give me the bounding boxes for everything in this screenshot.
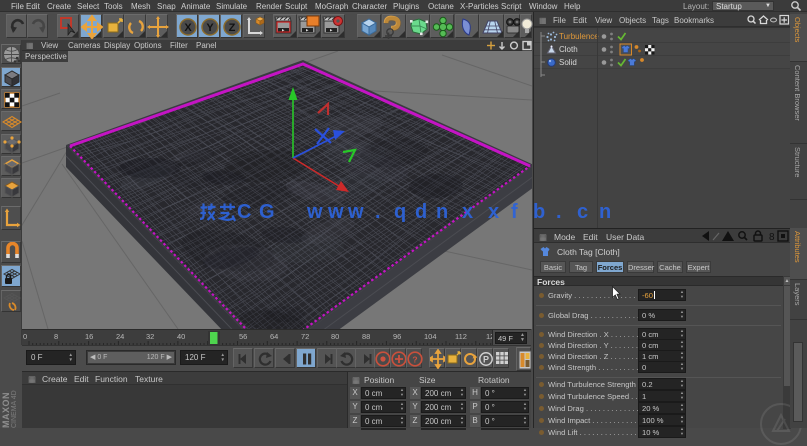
svg-text:24: 24 bbox=[116, 332, 124, 341]
svg-text:56: 56 bbox=[239, 332, 247, 341]
svg-text:80: 80 bbox=[331, 332, 339, 341]
svg-text:96: 96 bbox=[393, 332, 401, 341]
svg-text:?: ? bbox=[412, 355, 417, 365]
svg-text:P: P bbox=[483, 355, 489, 365]
svg-text:112: 112 bbox=[455, 332, 467, 341]
svg-text:32: 32 bbox=[146, 332, 154, 341]
svg-text:X: X bbox=[184, 22, 192, 34]
svg-text:0: 0 bbox=[23, 332, 27, 341]
svg-text:8: 8 bbox=[769, 232, 775, 243]
svg-text:8: 8 bbox=[54, 332, 58, 341]
svg-text:72: 72 bbox=[301, 332, 309, 341]
svg-text:88: 88 bbox=[362, 332, 370, 341]
svg-text:Z: Z bbox=[229, 22, 236, 34]
svg-text:Y: Y bbox=[206, 22, 214, 34]
svg-text:16: 16 bbox=[85, 332, 93, 341]
svg-text:104: 104 bbox=[424, 332, 437, 341]
svg-text:Perspective: Perspective bbox=[25, 52, 67, 61]
svg-text:40: 40 bbox=[177, 332, 185, 341]
svg-text:64: 64 bbox=[270, 332, 278, 341]
